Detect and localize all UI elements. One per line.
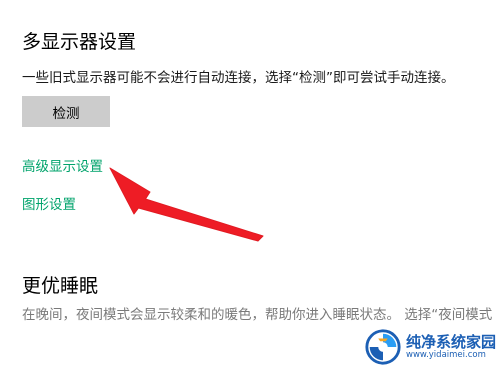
multi-display-title: 多显示器设置 [22,31,137,53]
detect-button[interactable]: 检测 [22,96,110,127]
graphics-settings-link[interactable]: 图形设置 [22,193,76,213]
night-light-description: 在晚间，夜间模式会显示较柔和的暖色，帮助你进入睡眠状态。 选择“夜间模式 [22,307,493,323]
multi-display-description: 一些旧式显示器可能不会进行自动连接，选择“检测”即可尝试手动连接。 [22,70,455,86]
watermark-logo-icon [365,329,401,365]
night-light-title: 更优睡眠 [22,275,99,297]
advanced-display-settings-link[interactable]: 高级显示设置 [22,155,103,175]
watermark-url: www.yidaimei.com [406,349,486,360]
watermark: 纯净系统家园 www.yidaimei.com [364,323,496,371]
watermark-name: 纯净系统家园 [406,333,497,352]
